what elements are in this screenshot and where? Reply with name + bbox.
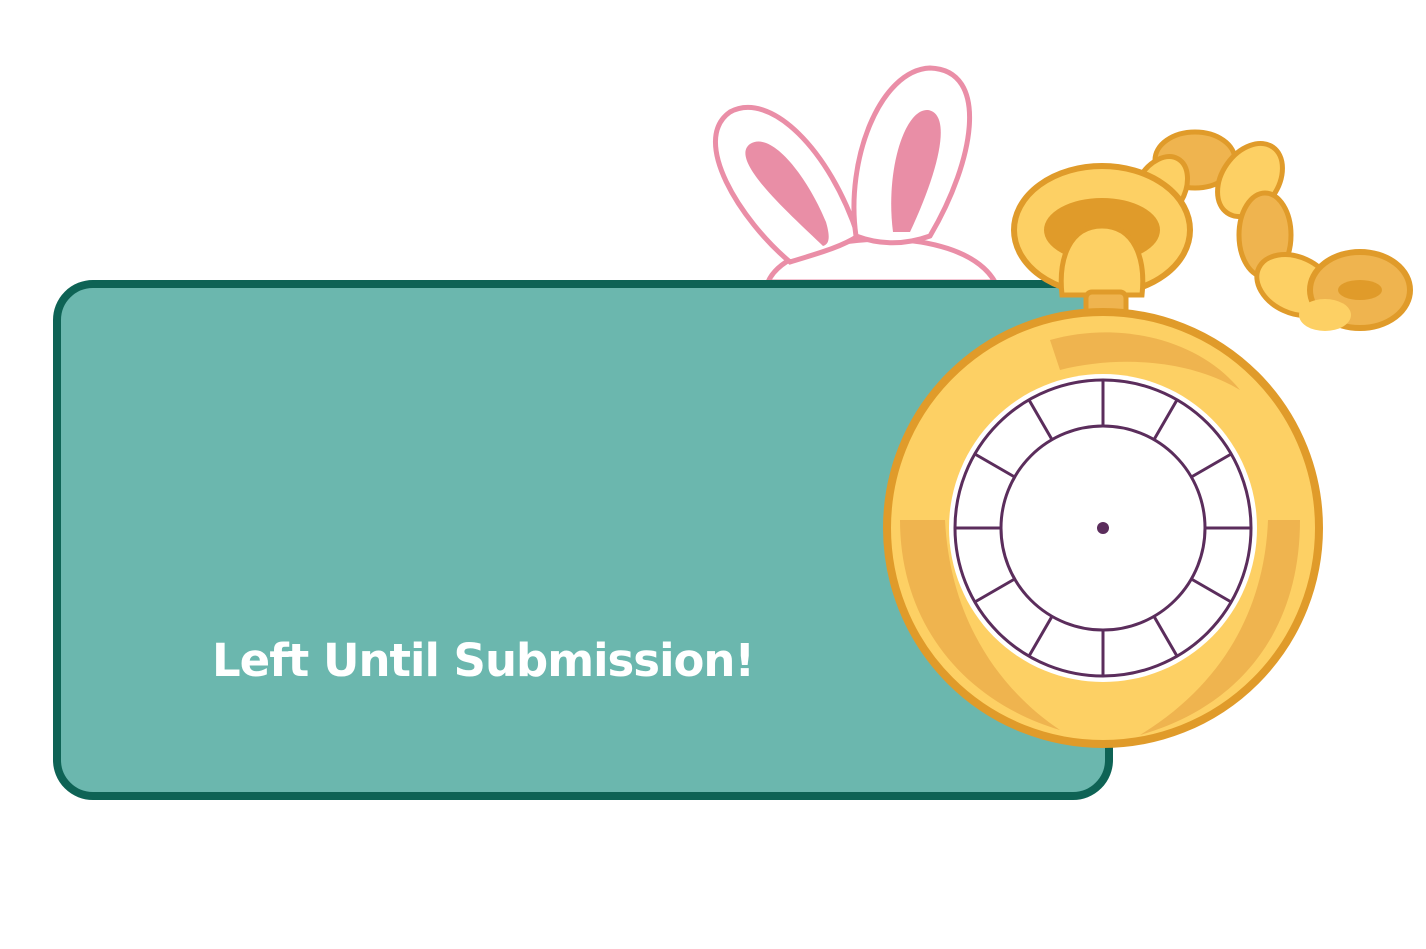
banner-illustration [53, 65, 1413, 800]
submission-countdown-label: Left Until Submission! [212, 634, 755, 687]
bunny-ears-icon [712, 65, 1000, 285]
countdown-banner: Left Until Submission! [0, 0, 1426, 949]
